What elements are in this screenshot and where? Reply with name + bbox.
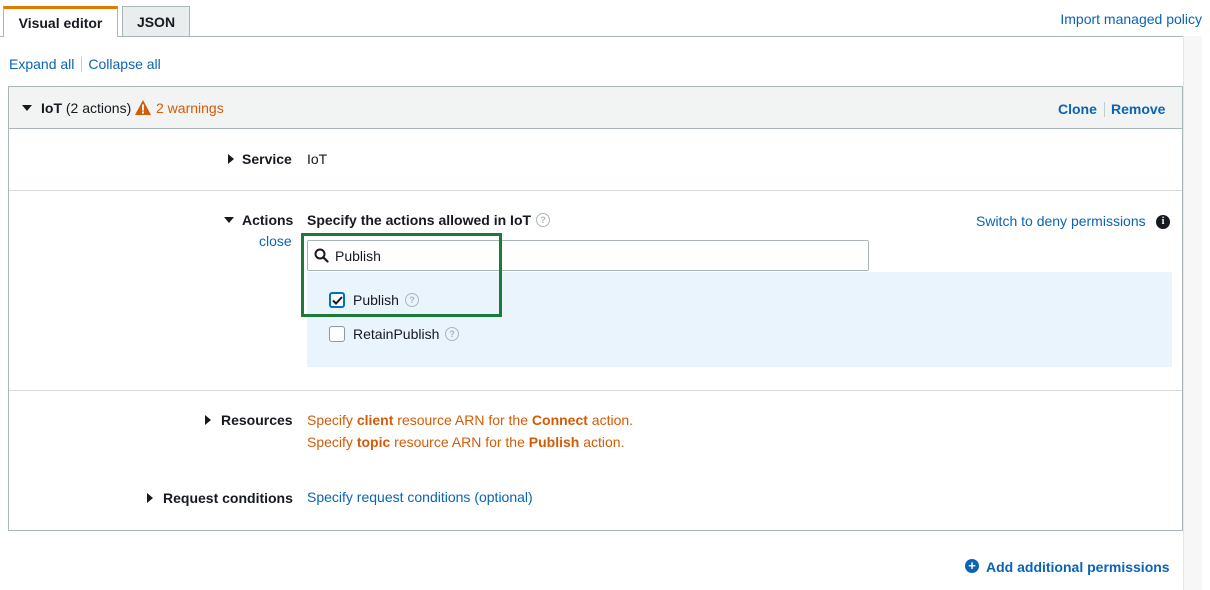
expand-collapse-row: Expand all Collapse all bbox=[9, 56, 161, 72]
add-circle-icon[interactable]: + bbox=[965, 559, 979, 573]
separator bbox=[1104, 102, 1105, 117]
warning-icon bbox=[135, 100, 151, 115]
panel-title: IoT (2 actions) bbox=[41, 100, 131, 116]
action-count: (2 actions) bbox=[65, 100, 132, 116]
separator bbox=[81, 57, 83, 72]
warnings-link[interactable]: 2 warnings bbox=[156, 100, 224, 116]
actions-collapse-caret-icon[interactable] bbox=[224, 217, 234, 223]
resources-expand-caret-icon[interactable] bbox=[205, 415, 211, 425]
add-additional-permissions-button[interactable]: Add additional permissions bbox=[986, 559, 1170, 575]
info-icon[interactable]: i bbox=[1156, 215, 1170, 229]
highlight-box bbox=[301, 233, 502, 317]
service-value: IoT bbox=[307, 151, 328, 167]
request-conditions-link[interactable]: Specify request conditions (optional) bbox=[307, 489, 533, 505]
tabs-divider bbox=[0, 36, 1202, 37]
service-label: Service bbox=[242, 151, 292, 167]
collapse-all-link[interactable]: Collapse all bbox=[88, 56, 160, 72]
help-icon[interactable]: ? bbox=[445, 327, 459, 341]
actions-close-link[interactable]: close bbox=[259, 233, 292, 249]
resources-warning-2[interactable]: Specify topic resource ARN for the Publi… bbox=[307, 434, 624, 450]
request-conditions-expand-caret-icon[interactable] bbox=[147, 493, 153, 503]
actions-heading: Specify the actions allowed in IoT bbox=[307, 212, 532, 228]
tab-json[interactable]: JSON bbox=[122, 6, 190, 36]
help-icon[interactable]: ? bbox=[536, 213, 550, 227]
import-managed-policy-link[interactable]: Import managed policy bbox=[1060, 11, 1202, 27]
request-conditions-label: Request conditions bbox=[163, 490, 293, 506]
tab-visual-editor[interactable]: Visual editor bbox=[3, 6, 118, 37]
actions-label: Actions bbox=[242, 212, 294, 228]
row-divider bbox=[9, 190, 1182, 191]
remove-button[interactable]: Remove bbox=[1111, 101, 1165, 117]
service-title: IoT bbox=[41, 100, 62, 116]
retainpublish-checkbox[interactable] bbox=[329, 326, 345, 342]
service-expand-caret-icon[interactable] bbox=[228, 154, 234, 164]
expand-all-link[interactable]: Expand all bbox=[9, 56, 74, 72]
scrollbar-track[interactable] bbox=[1183, 36, 1202, 590]
resources-warning-1[interactable]: Specify client resource ARN for the Conn… bbox=[307, 412, 633, 428]
retainpublish-label[interactable]: RetainPublish bbox=[353, 326, 439, 342]
row-divider bbox=[9, 390, 1182, 391]
collapse-caret-icon[interactable] bbox=[22, 105, 32, 111]
switch-deny-permissions-link[interactable]: Switch to deny permissions bbox=[976, 213, 1146, 229]
clone-button[interactable]: Clone bbox=[1058, 101, 1097, 117]
resources-label: Resources bbox=[221, 412, 293, 428]
